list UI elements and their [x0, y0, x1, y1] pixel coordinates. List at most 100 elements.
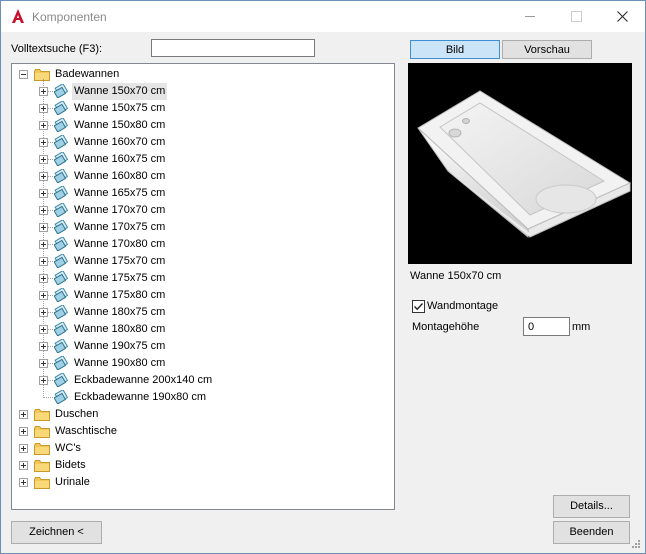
collapse-icon[interactable] — [19, 70, 28, 79]
expand-icon[interactable] — [39, 376, 48, 385]
expand-icon[interactable] — [39, 206, 48, 215]
expand-icon[interactable] — [39, 359, 48, 368]
component-icon — [53, 371, 70, 388]
tree-item-component[interactable]: Wanne 175x75 cm — [12, 269, 394, 287]
tree-item-label: Wanne 170x80 cm — [74, 238, 166, 250]
tree-item-group[interactable]: Waschtische — [12, 423, 394, 440]
component-icon — [53, 82, 70, 99]
component-icon — [53, 269, 70, 286]
tree-item-component[interactable]: Wanne 160x75 cm — [12, 150, 394, 168]
tree-item-component[interactable]: Eckbadewanne 200x140 cm — [12, 371, 394, 389]
tree-item-group[interactable]: Urinale — [12, 474, 394, 491]
beenden-button[interactable]: Beenden — [553, 521, 630, 544]
expand-icon[interactable] — [39, 138, 48, 147]
tree-item-component[interactable]: Wanne 170x75 cm — [12, 218, 394, 236]
tree-item-label: Wanne 170x75 cm — [74, 221, 166, 233]
expand-icon[interactable] — [39, 223, 48, 232]
folder-icon — [34, 409, 50, 421]
autocad-a-icon — [12, 9, 24, 23]
tree-item-component[interactable]: Wanne 190x80 cm — [12, 354, 394, 372]
expand-icon[interactable] — [39, 308, 48, 317]
folder-icon — [34, 477, 50, 489]
close-button[interactable] — [599, 1, 645, 32]
folder-icon — [34, 443, 50, 455]
tree-item-label: Wanne 190x75 cm — [74, 340, 166, 352]
tree-item-component[interactable]: Wanne 175x70 cm — [12, 252, 394, 270]
checkmark-icon — [414, 303, 424, 311]
tab-vorschau[interactable]: Vorschau — [502, 40, 592, 59]
expand-icon[interactable] — [19, 478, 28, 487]
expand-icon[interactable] — [39, 172, 48, 181]
tree-item-label: Eckbadewanne 190x80 cm — [74, 391, 207, 403]
tree-item-label: Bidets — [55, 459, 86, 471]
tree-item-label: Waschtische — [55, 425, 117, 437]
expand-icon[interactable] — [19, 461, 28, 470]
tree-item-label: Duschen — [55, 408, 99, 420]
tree-item-group[interactable]: Bidets — [12, 457, 394, 474]
component-tree[interactable]: Badewannen Wanne 150x70 cm Wanne 150x75 cm… — [11, 63, 395, 510]
tree-item-component[interactable]: Wanne 170x70 cm — [12, 201, 394, 219]
expand-icon[interactable] — [39, 87, 48, 96]
expand-icon[interactable] — [19, 427, 28, 436]
expand-icon[interactable] — [39, 274, 48, 283]
component-icon — [53, 320, 70, 337]
expand-icon[interactable] — [39, 257, 48, 266]
zeichnen-button[interactable]: Zeichnen < — [11, 521, 102, 544]
tree-item-component[interactable]: Eckbadewanne 190x80 cm — [12, 388, 394, 406]
wandmontage-label[interactable]: Wandmontage — [427, 300, 498, 312]
tree-item-component[interactable]: Wanne 160x70 cm — [12, 133, 394, 151]
expand-icon[interactable] — [39, 121, 48, 130]
tree-item-component[interactable]: Wanne 150x80 cm — [12, 116, 394, 134]
expand-icon[interactable] — [19, 410, 28, 419]
window-title: Komponenten — [32, 10, 107, 24]
maximize-icon — [570, 11, 582, 22]
component-icon — [53, 303, 70, 320]
wandmontage-checkbox[interactable] — [412, 300, 425, 313]
tree-item-component[interactable]: Wanne 160x80 cm — [12, 167, 394, 185]
search-input[interactable] — [151, 39, 315, 57]
tree-item-label: Wanne 150x75 cm — [74, 102, 166, 114]
expand-icon[interactable] — [39, 155, 48, 164]
minimize-button[interactable] — [507, 1, 553, 32]
tree-item-component[interactable]: Wanne 175x80 cm — [12, 286, 394, 304]
tree-item-component[interactable]: Wanne 180x75 cm — [12, 303, 394, 321]
details-button[interactable]: Details... — [553, 495, 630, 518]
tree-item-component[interactable]: Wanne 165x75 cm — [12, 184, 394, 202]
tab-bild[interactable]: Bild — [410, 40, 500, 59]
tree-item-label: Eckbadewanne 200x140 cm — [74, 374, 213, 386]
tree-item-component[interactable]: Wanne 150x70 cm — [12, 82, 394, 100]
expand-icon[interactable] — [39, 189, 48, 198]
tree-item-group[interactable]: WC's — [12, 440, 394, 457]
tree-item-label: WC's — [55, 442, 81, 454]
tree-item-label: Wanne 160x70 cm — [74, 136, 166, 148]
search-label: Volltextsuche (F3): — [11, 43, 103, 55]
tree-item-component[interactable]: Wanne 190x75 cm — [12, 337, 394, 355]
tree-item-label: Wanne 150x80 cm — [74, 119, 166, 131]
expand-icon[interactable] — [39, 104, 48, 113]
resize-grip-icon[interactable] — [629, 537, 641, 549]
tree-item-label: Wanne 175x75 cm — [74, 272, 166, 284]
tree-item-label: Wanne 160x80 cm — [74, 170, 166, 182]
tree-item-label: Wanne 150x70 cm — [72, 83, 168, 100]
folder-icon — [34, 426, 50, 438]
maximize-button[interactable] — [553, 1, 599, 32]
tree-item-component[interactable]: Wanne 150x75 cm — [12, 99, 394, 117]
tree-item-label: Wanne 160x75 cm — [74, 153, 166, 165]
tree-item-component[interactable]: Wanne 180x80 cm — [12, 320, 394, 338]
component-icon — [53, 167, 70, 184]
expand-icon[interactable] — [39, 342, 48, 351]
expand-icon[interactable] — [39, 240, 48, 249]
expand-icon[interactable] — [39, 291, 48, 300]
tree-item-group[interactable]: Duschen — [12, 406, 394, 423]
tree-item-label: Urinale — [55, 476, 90, 488]
component-icon — [53, 388, 70, 405]
expand-icon[interactable] — [19, 444, 28, 453]
expand-icon[interactable] — [39, 325, 48, 334]
tree-item-component[interactable]: Wanne 170x80 cm — [12, 235, 394, 253]
montagehoehe-unit: mm — [572, 321, 591, 333]
title-bar[interactable]: Komponenten — [1, 1, 645, 32]
montagehoehe-input[interactable] — [523, 317, 570, 336]
bathtub-render — [417, 90, 632, 239]
preview-caption: Wanne 150x70 cm — [410, 270, 502, 282]
tree-item-badewannen[interactable]: Badewannen — [12, 66, 394, 83]
